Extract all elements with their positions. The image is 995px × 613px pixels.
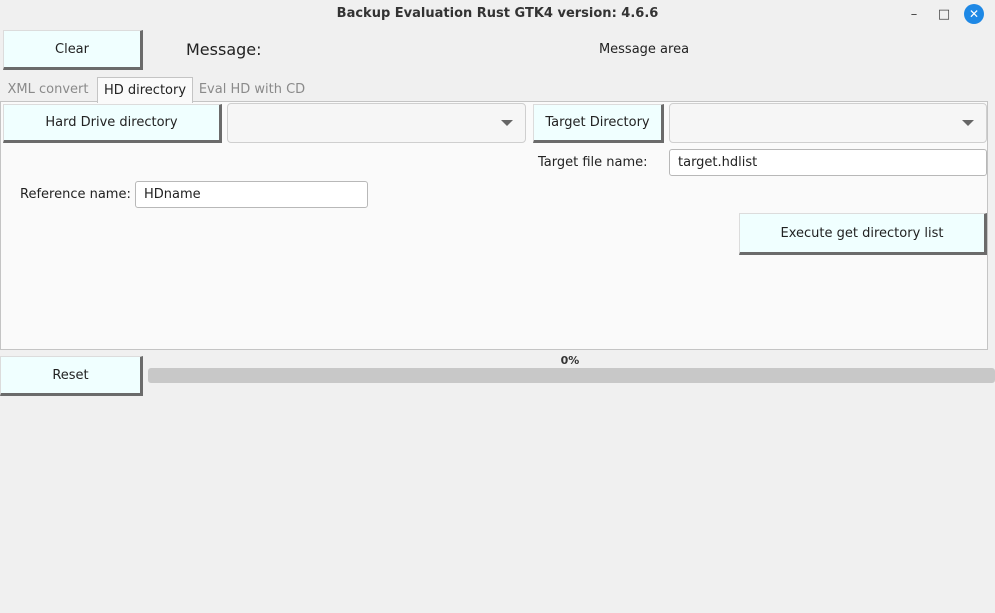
reset-button[interactable]: Reset <box>0 356 143 396</box>
hard-drive-directory-dropdown[interactable] <box>227 103 526 143</box>
window-title: Backup Evaluation Rust GTK4 version: 4.6… <box>336 6 659 21</box>
tab-eval-hd-with-cd[interactable]: Eval HD with CD <box>197 77 307 101</box>
clear-button[interactable]: Clear <box>3 30 143 70</box>
title-bar: Backup Evaluation Rust GTK4 version: 4.6… <box>0 0 995 28</box>
chevron-down-icon <box>962 120 974 126</box>
tab-hd-directory[interactable]: HD directory <box>97 77 193 103</box>
progress-bar <box>148 368 995 383</box>
progress-text: 0% <box>560 354 580 367</box>
close-icon[interactable]: ✕ <box>964 4 984 24</box>
hard-drive-directory-button[interactable]: Hard Drive directory <box>3 104 222 143</box>
target-file-name-input[interactable]: target.hdlist <box>669 149 987 176</box>
reference-name-label: Reference name: <box>20 187 131 202</box>
minimize-icon[interactable]: – <box>904 4 924 24</box>
execute-get-directory-list-button[interactable]: Execute get directory list <box>739 213 987 255</box>
chevron-down-icon <box>501 120 513 126</box>
target-directory-dropdown[interactable] <box>669 103 987 143</box>
tab-xml-convert[interactable]: XML convert <box>4 77 92 101</box>
message-area: Message area <box>598 42 690 57</box>
message-label: Message: <box>186 40 262 59</box>
maximize-icon[interactable]: □ <box>934 4 954 24</box>
target-directory-button[interactable]: Target Directory <box>533 104 664 143</box>
target-file-name-label: Target file name: <box>538 155 648 170</box>
reference-name-input[interactable]: HDname <box>135 181 368 208</box>
